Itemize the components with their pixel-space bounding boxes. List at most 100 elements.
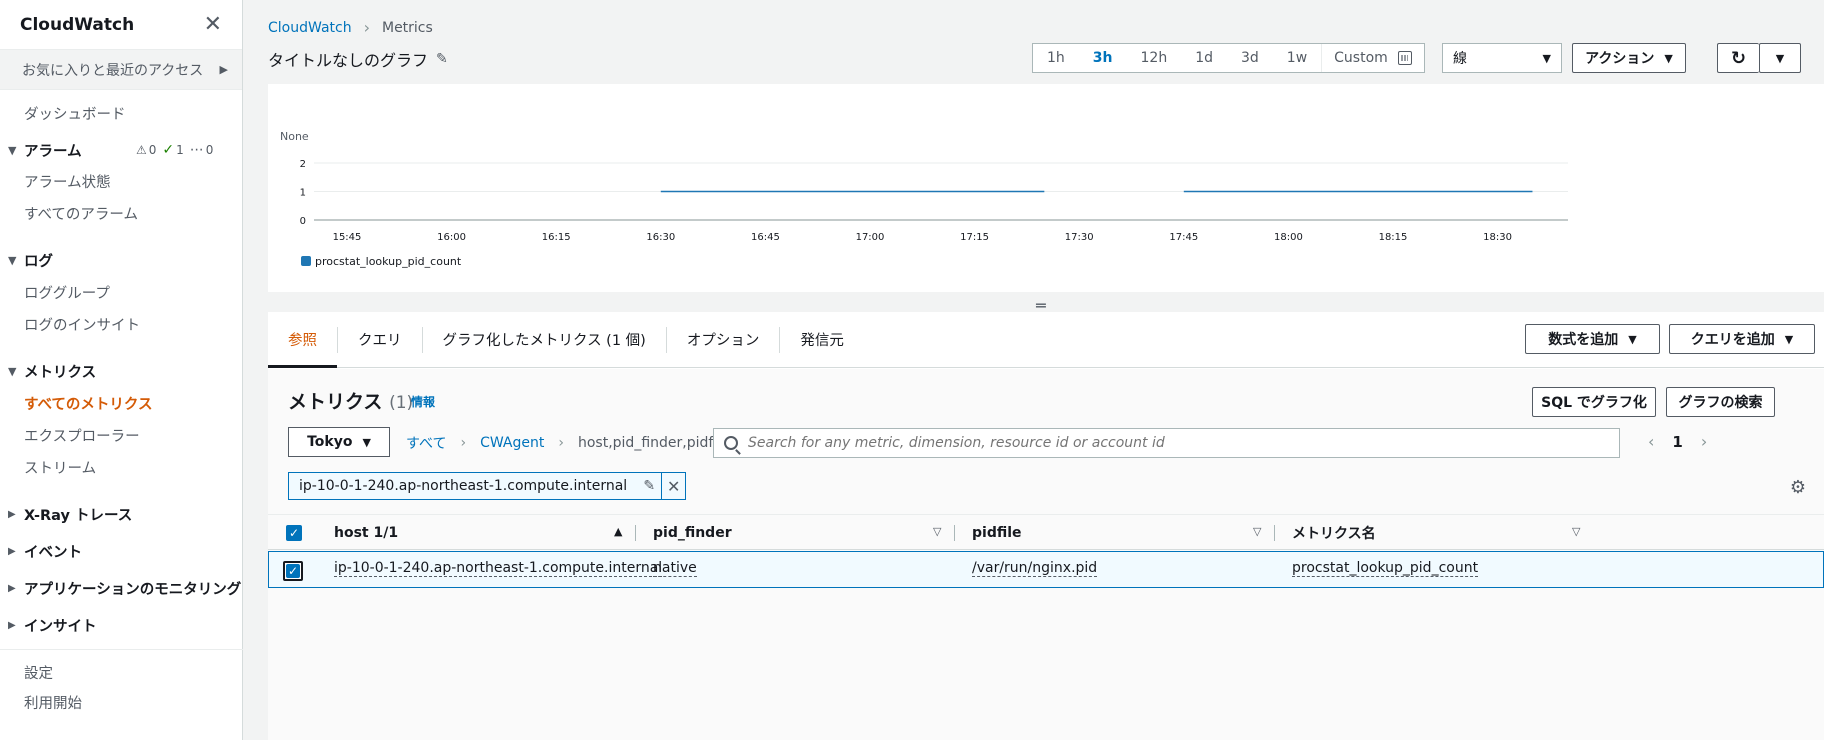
- select-all-checkbox[interactable]: ✓: [286, 515, 302, 551]
- alarm-insufficient-count[interactable]: ⋯ 0: [190, 142, 214, 158]
- favorites-label: お気に入りと最近のアクセス: [22, 62, 204, 79]
- table-row[interactable]: ✓ ip-10-0-1-240.ap-northeast-1.compute.i…: [268, 551, 1824, 588]
- graph-with-sql-button[interactable]: SQL でグラフ化: [1532, 387, 1656, 417]
- path-all[interactable]: すべて: [406, 433, 446, 453]
- path-namespace[interactable]: CWAgent: [480, 435, 544, 451]
- breadcrumb-cloudwatch[interactable]: CloudWatch: [268, 20, 352, 36]
- cell-pidfile[interactable]: /var/run/nginx.pid: [972, 560, 1098, 577]
- tab-query[interactable]: クエリ: [338, 326, 423, 353]
- sidebar-header: CloudWatch ✕: [0, 0, 242, 50]
- chevron-left-icon[interactable]: ‹: [1648, 432, 1654, 451]
- time-range-3h[interactable]: 3h: [1079, 44, 1127, 72]
- x-tick-label: 18:15: [1379, 232, 1408, 243]
- sidebar-item-all-alarms[interactable]: すべてのアラーム: [24, 203, 138, 224]
- sidebar-item-getting-started[interactable]: 利用開始: [24, 692, 82, 713]
- caret-down-icon: ▼: [1775, 51, 1785, 65]
- metrics-browser: メトリクス (1) 情報 SQL でグラフ化 グラフの検索 Tokyo ▼ すべて…: [268, 369, 1824, 740]
- metric-search-input[interactable]: [748, 435, 1598, 451]
- column-header-pid-finder[interactable]: pid_finder: [653, 515, 732, 551]
- time-range-1h[interactable]: 1h: [1033, 44, 1079, 72]
- refresh-icon: ↻: [1730, 47, 1747, 69]
- add-math-button[interactable]: 数式を追加 ▼: [1525, 324, 1660, 354]
- metrics-heading-text: メトリクス: [288, 391, 383, 413]
- favorites-section[interactable]: お気に入りと最近のアクセス ▶: [0, 50, 242, 90]
- sidebar-item-alarm-state[interactable]: アラーム状態: [24, 171, 111, 192]
- cell-pid-finder[interactable]: native: [653, 560, 697, 577]
- sidebar-section-logs[interactable]: ▼ ログ: [8, 250, 53, 271]
- edit-icon[interactable]: ✎: [637, 478, 661, 494]
- gear-icon[interactable]: ⚙: [1790, 477, 1806, 498]
- tab-browse[interactable]: 参照: [268, 326, 338, 368]
- add-query-button[interactable]: クエリを追加 ▼: [1669, 324, 1815, 354]
- sort-ascending-icon[interactable]: ▲: [614, 525, 622, 538]
- sidebar-divider: [0, 649, 243, 650]
- warning-icon: ⚠: [136, 143, 147, 157]
- legend-swatch: [301, 256, 311, 266]
- sidebar-section-alarm[interactable]: ▼ アラーム: [8, 140, 82, 161]
- column-header-host[interactable]: host 1/1: [334, 515, 398, 551]
- sidebar-section-metrics[interactable]: ▼ メトリクス: [8, 361, 96, 382]
- alarm-warning-count[interactable]: ⚠ 0: [136, 143, 156, 157]
- chevron-right-icon: ›: [460, 435, 467, 451]
- region-select[interactable]: Tokyo ▼: [288, 427, 390, 457]
- caret-down-icon: ▼: [1664, 51, 1673, 65]
- time-range-3d[interactable]: 3d: [1227, 44, 1273, 72]
- filter-icon[interactable]: ▽: [933, 525, 941, 538]
- sidebar-section-insights[interactable]: ▶ インサイト: [8, 615, 97, 636]
- cell-host[interactable]: ip-10-0-1-240.ap-northeast-1.compute.int…: [334, 560, 663, 577]
- sidebar-item-log-insights[interactable]: ログのインサイト: [24, 314, 140, 335]
- page-number[interactable]: 1: [1672, 433, 1682, 451]
- caret-down-icon: ▼: [8, 144, 17, 157]
- cell-metric-name[interactable]: procstat_lookup_pid_count: [1292, 560, 1479, 577]
- y-tick-label: 2: [300, 159, 306, 170]
- sidebar-item-explorer[interactable]: エクスプローラー: [24, 425, 140, 446]
- sidebar-item-streams[interactable]: ストリーム: [24, 457, 96, 478]
- graph-title-text: タイトルなしのグラフ: [268, 51, 429, 70]
- chevron-right-icon: ›: [558, 435, 564, 451]
- time-range-1d[interactable]: 1d: [1181, 44, 1227, 72]
- tab-source[interactable]: 発信元: [780, 327, 864, 353]
- sidebar-item-all-metrics[interactable]: すべてのメトリクス: [24, 393, 152, 414]
- actions-button[interactable]: アクション ▼: [1572, 43, 1686, 73]
- column-header-metric-name[interactable]: メトリクス名: [1292, 515, 1376, 551]
- row-checkbox[interactable]: ✓: [283, 561, 303, 581]
- breadcrumb: CloudWatch › Metrics: [268, 18, 433, 37]
- sidebar-section-app-monitoring[interactable]: ▶ アプリケーションのモニタリング: [8, 578, 241, 599]
- caret-right-icon: ▶: [8, 620, 16, 631]
- x-tick-label: 16:00: [437, 232, 466, 243]
- x-tick-label: 17:15: [960, 232, 989, 243]
- sidebar-section-events[interactable]: ▶ イベント: [8, 541, 82, 562]
- tab-graphed-metrics[interactable]: グラフ化したメトリクス (1 個): [423, 326, 667, 353]
- x-tick-label: 16:45: [751, 232, 780, 243]
- alarm-ok-count[interactable]: ✓ 1: [162, 142, 183, 158]
- close-icon[interactable]: ✕: [204, 13, 222, 36]
- y-tick-label: 0: [300, 216, 306, 227]
- sidebar-item-log-groups[interactable]: ロググループ: [24, 282, 110, 303]
- caret-down-icon: ▼: [1784, 332, 1794, 346]
- graph-search-button[interactable]: グラフの検索: [1666, 387, 1775, 417]
- sidebar-section-xray[interactable]: ▶ X-Ray トレース: [8, 504, 132, 525]
- time-range-12h[interactable]: 12h: [1127, 44, 1182, 72]
- time-range-1w[interactable]: 1w: [1273, 44, 1321, 72]
- legend-item[interactable]: procstat_lookup_pid_count: [315, 255, 462, 268]
- tab-options[interactable]: オプション: [667, 326, 781, 353]
- column-header-pidfile[interactable]: pidfile: [972, 515, 1022, 551]
- filter-icon[interactable]: ▽: [1572, 525, 1580, 538]
- chevron-right-icon[interactable]: ›: [1701, 432, 1707, 451]
- filter-token-text: ip-10-0-1-240.ap-northeast-1.compute.int…: [299, 478, 628, 494]
- sidebar-item-settings[interactable]: 設定: [24, 662, 53, 683]
- caret-down-icon: ▼: [1628, 332, 1637, 346]
- close-icon[interactable]: ✕: [661, 473, 685, 499]
- refresh-button[interactable]: ↻: [1717, 43, 1759, 73]
- refresh-options-button[interactable]: ▼: [1759, 43, 1801, 73]
- custom-range-button[interactable]: Custom: [1321, 44, 1424, 72]
- calendar-icon: [1397, 51, 1412, 65]
- edit-icon[interactable]: ✎: [436, 51, 448, 67]
- graph-type-select[interactable]: 線 ▼: [1442, 43, 1562, 73]
- sidebar-item-dashboard[interactable]: ダッシュボード: [24, 103, 126, 124]
- x-tick-label: 18:00: [1274, 232, 1303, 243]
- custom-label: Custom: [1334, 50, 1388, 66]
- column-divider: [635, 525, 636, 541]
- info-link[interactable]: 情報: [411, 393, 435, 410]
- filter-icon[interactable]: ▽: [1253, 525, 1261, 538]
